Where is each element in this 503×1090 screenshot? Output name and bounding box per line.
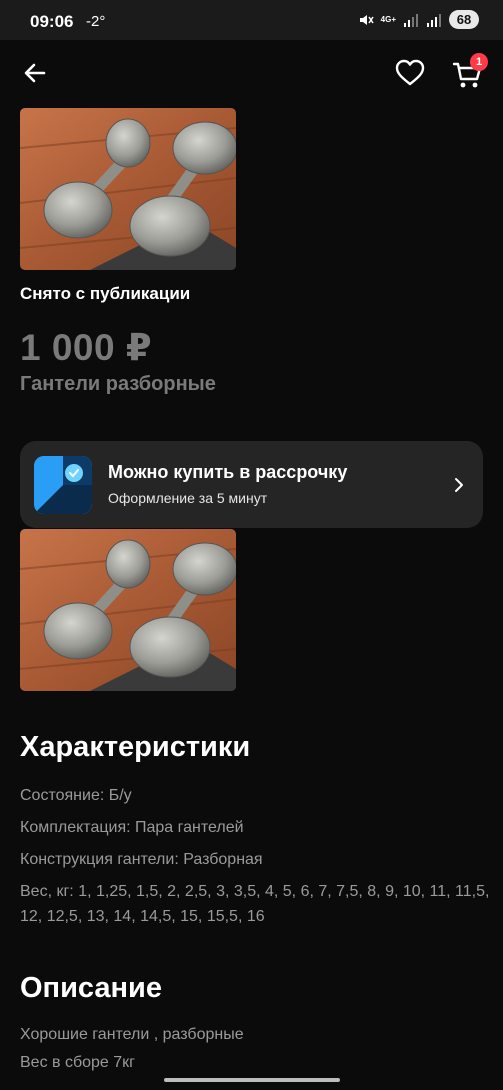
product-photo[interactable] bbox=[20, 108, 236, 270]
signal-icon bbox=[404, 13, 418, 27]
signal-icon-2 bbox=[427, 13, 441, 27]
description-heading: Описание bbox=[20, 972, 162, 1004]
status-time: 09:06 bbox=[30, 12, 74, 31]
spec-set: Комплектация: Пара гантелей bbox=[20, 819, 244, 836]
installment-subtitle: Оформление за 5 минут bbox=[108, 490, 268, 506]
status-temperature: -2° bbox=[86, 13, 106, 30]
description-line-2: Вес в сборе 7кг bbox=[20, 1054, 135, 1071]
characteristics-heading: Характеристики bbox=[20, 731, 251, 763]
battery-indicator: 68 bbox=[449, 10, 479, 29]
description-line: Хорошие гантели , разборные bbox=[20, 1026, 244, 1043]
spec-weight: Вес, кг: 1, 1,25, 1,5, 2, 2,5, 3, 3,5, 4… bbox=[20, 883, 490, 925]
arrow-left-icon[interactable] bbox=[18, 56, 52, 90]
mute-icon bbox=[359, 14, 374, 25]
heart-outline-icon[interactable] bbox=[393, 56, 427, 90]
installment-clock-icon bbox=[34, 456, 92, 514]
spec-construction: Конструкция гантели: Разборная bbox=[20, 851, 263, 868]
product-photo-2[interactable] bbox=[20, 529, 236, 691]
status-bar: 09:06 -2° 4G+ 68 bbox=[0, 0, 503, 40]
chevron-right-icon bbox=[455, 478, 463, 492]
network-type: 4G+ bbox=[380, 14, 396, 24]
cart-count-badge: 1 bbox=[470, 53, 488, 71]
home-indicator[interactable] bbox=[164, 1078, 340, 1082]
product-price: 1 000 ₽ bbox=[20, 327, 153, 368]
listing-status: Снято с публикации bbox=[20, 284, 191, 303]
installment-banner[interactable]: Можно купить в рассрочку Оформление за 5… bbox=[20, 441, 483, 528]
spec-condition: Состояние: Б/у bbox=[20, 787, 132, 804]
installment-title: Можно купить в рассрочку bbox=[108, 462, 348, 482]
product-title: Гантели разборные bbox=[20, 373, 216, 395]
top-bar bbox=[0, 40, 503, 106]
